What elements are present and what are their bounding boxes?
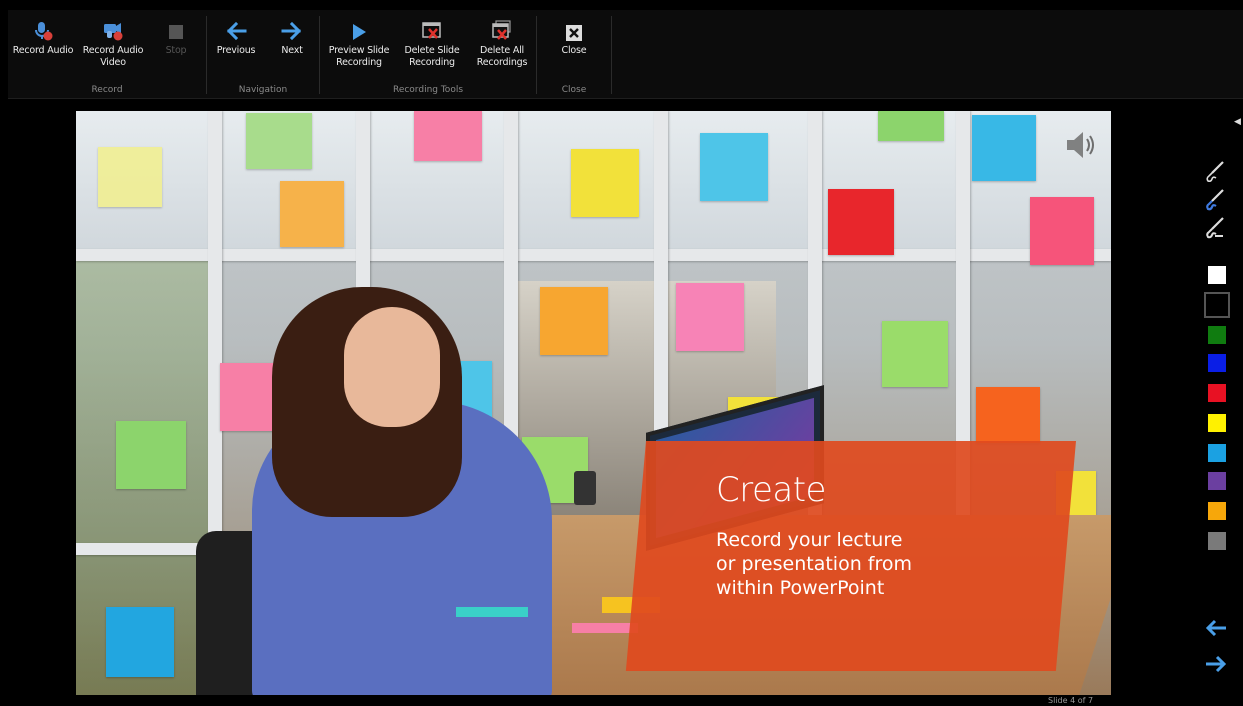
- speaker-icon[interactable]: [1063, 127, 1099, 163]
- close-group: Close Close: [537, 10, 611, 98]
- microphone-icon: [10, 20, 76, 42]
- play-icon: [324, 20, 394, 42]
- collapse-toolbar-icon[interactable]: ◀: [1234, 116, 1241, 127]
- arrow-left-icon: [211, 20, 261, 42]
- next-slide-arrow-icon[interactable]: [1204, 654, 1230, 676]
- delete-all-icon: [470, 20, 534, 42]
- arrow-right-icon: [269, 20, 315, 42]
- delete-all-recordings-button[interactable]: Delete All Recordings: [470, 20, 534, 69]
- ink-color-orange[interactable]: [1208, 502, 1226, 520]
- preview-slide-recording-button[interactable]: Preview Slide Recording: [324, 20, 394, 69]
- previous-slide-arrow-icon[interactable]: [1204, 618, 1230, 640]
- next-button[interactable]: Next: [269, 20, 315, 57]
- close-button[interactable]: Close: [549, 20, 599, 57]
- stop-button[interactable]: Stop: [154, 20, 198, 57]
- record-group: Record Audio Record Audio Video Stop Rec…: [8, 10, 206, 98]
- highlighter-icon[interactable]: [1203, 188, 1227, 212]
- ink-color-white[interactable]: [1208, 266, 1226, 284]
- slide-callout-text: Create Record your lecture or presentati…: [716, 470, 1076, 600]
- record-group-label: Record: [91, 85, 123, 95]
- ink-color-yellow[interactable]: [1208, 414, 1226, 432]
- ink-color-purple[interactable]: [1208, 472, 1226, 490]
- delete-slide-recording-button[interactable]: Delete Slide Recording: [398, 20, 466, 69]
- ink-color-blue[interactable]: [1208, 354, 1226, 372]
- stop-icon: [154, 20, 198, 42]
- previous-button[interactable]: Previous: [211, 20, 261, 57]
- slide-counter: Slide 4 of 7: [1048, 696, 1094, 705]
- navigation-group-label: Navigation: [238, 85, 288, 95]
- group-divider: [611, 16, 612, 94]
- ink-color-light-blue[interactable]: [1208, 444, 1226, 462]
- ink-color-red[interactable]: [1208, 384, 1226, 402]
- slide-title: Create: [716, 470, 826, 510]
- navigation-group: Previous Next Navigation: [207, 10, 319, 98]
- slide-canvas[interactable]: [76, 111, 1111, 695]
- close-group-label: Close: [561, 85, 587, 95]
- recording-tools-group: Preview Slide Recording Delete Slide Rec…: [320, 10, 536, 98]
- eraser-icon[interactable]: [1203, 216, 1227, 240]
- delete-slide-icon: [398, 20, 466, 42]
- ribbon: Record Audio Record Audio Video Stop Rec…: [8, 10, 1243, 99]
- ink-color-black[interactable]: [1204, 292, 1230, 318]
- recording-tools-group-label: Recording Tools: [392, 85, 464, 95]
- ink-color-gray[interactable]: [1208, 532, 1226, 550]
- record-audio-button[interactable]: Record Audio: [10, 20, 76, 57]
- record-audio-video-button[interactable]: Record Audio Video: [80, 20, 146, 69]
- pen-icon[interactable]: [1203, 160, 1227, 184]
- annotation-toolbar: ◀: [1196, 110, 1243, 706]
- close-icon: [549, 20, 599, 42]
- video-camera-icon: [80, 20, 146, 42]
- ink-color-green[interactable]: [1208, 326, 1226, 344]
- slide-body: Record your lecture or presentation from…: [716, 529, 912, 599]
